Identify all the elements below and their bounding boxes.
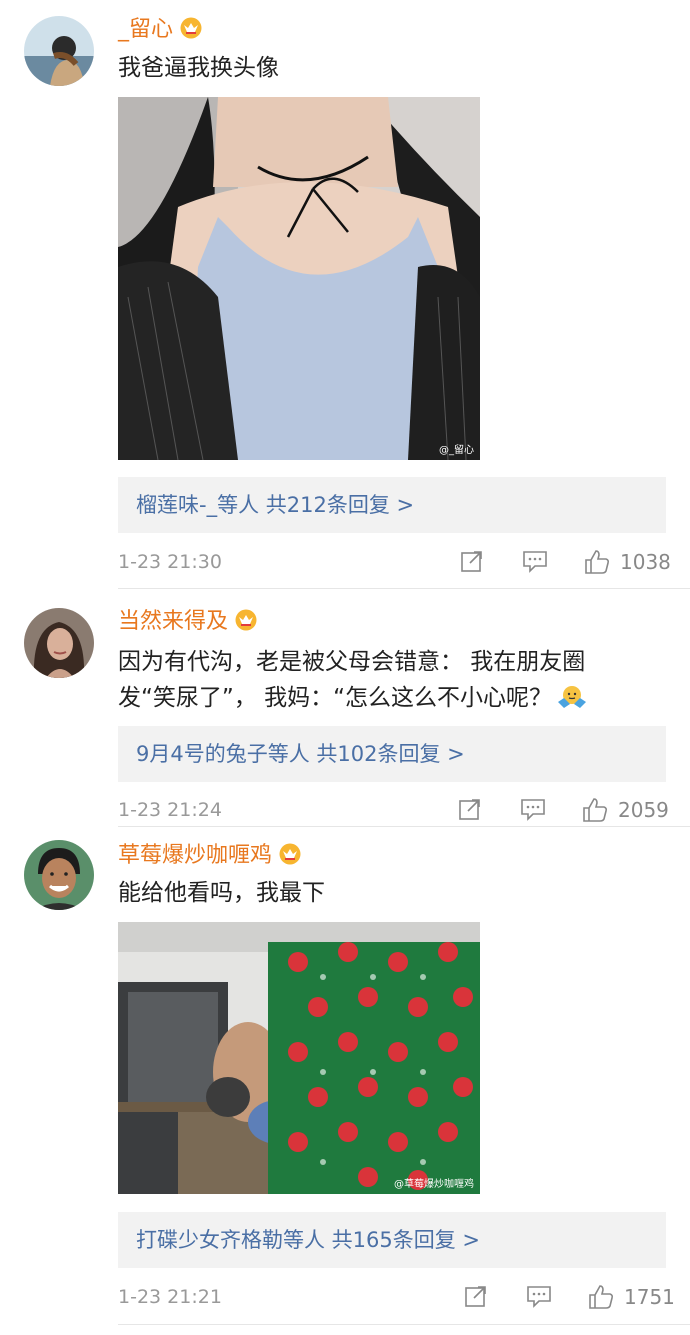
timestamp: 1-23 21:21 [118, 1286, 222, 1308]
replies-link[interactable]: 榴莲味-_等人 共212条回复 > [118, 477, 666, 533]
divider [118, 826, 690, 827]
like-count: 1751 [624, 1285, 675, 1309]
comment-item-1: _留心 我爸逼我换头像 @_留心 榴莲味-_等人 共212条回复 > 1-23 … [0, 0, 690, 590]
like-count: 1038 [620, 550, 671, 574]
image-watermark: @_留心 [439, 445, 474, 456]
share-icon[interactable] [464, 1284, 488, 1317]
username[interactable]: 草莓爆炒咖喱鸡 [118, 842, 302, 873]
comment-icon[interactable] [526, 1284, 552, 1317]
comment-image[interactable]: @_留心 [118, 97, 480, 460]
comment-text: 能给他看吗，我最下 [118, 880, 325, 906]
comment-icon[interactable] [522, 549, 548, 582]
avatar[interactable] [24, 608, 94, 678]
comment-text-line: 因为有代沟，老是被父母会错意： 我在朋友圈 [118, 649, 586, 675]
crown-badge-icon [234, 609, 258, 639]
comment-image[interactable]: @草莓爆炒咖喱鸡 [118, 922, 480, 1194]
avatar[interactable] [24, 16, 94, 86]
timestamp: 1-23 21:24 [118, 799, 222, 821]
like-count: 2059 [618, 798, 669, 822]
comment-meta: 1-23 21:30 1038 [118, 547, 671, 577]
thumbs-up-icon[interactable] [584, 549, 610, 584]
thumbs-up-icon[interactable] [588, 1284, 614, 1319]
image-watermark: @草莓爆炒咖喱鸡 [394, 1179, 474, 1190]
comment-item-2: 当然来得及 因为有代沟，老是被父母会错意： 我在朋友圈 发“笑尿了”， 我妈：“… [0, 590, 690, 830]
replies-link[interactable]: 打碟少女齐格勒等人 共165条回复 > [118, 1212, 666, 1268]
comment-text: 我爸逼我换头像 [118, 55, 279, 81]
crown-badge-icon [278, 843, 302, 873]
comment-text: 因为有代沟，老是被父母会错意： 我在朋友圈 发“笑尿了”， 我妈：“怎么这么不小… [118, 644, 658, 721]
username[interactable]: 当然来得及 [118, 608, 258, 639]
divider [118, 1324, 690, 1325]
divider [118, 588, 690, 589]
comment-text-line: 发“笑尿了”， 我妈：“怎么这么不小心呢？ [118, 680, 658, 721]
comment-item-3: 草莓爆炒咖喱鸡 能给他看吗，我最下 @草莓爆炒咖喱鸡 打碟少女齐格勒等人 共16… [0, 830, 690, 1335]
avatar[interactable] [24, 840, 94, 910]
username[interactable]: _留心 [118, 16, 203, 47]
replies-link[interactable]: 9月4号的兔子等人 共102条回复 > [118, 726, 666, 782]
timestamp: 1-23 21:30 [118, 551, 222, 573]
comment-meta: 1-23 21:21 1751 [118, 1282, 675, 1312]
crown-badge-icon [179, 17, 203, 47]
shrug-emoji-icon [556, 684, 588, 721]
comment-meta: 1-23 21:24 2059 [118, 795, 669, 825]
share-icon[interactable] [460, 549, 484, 582]
